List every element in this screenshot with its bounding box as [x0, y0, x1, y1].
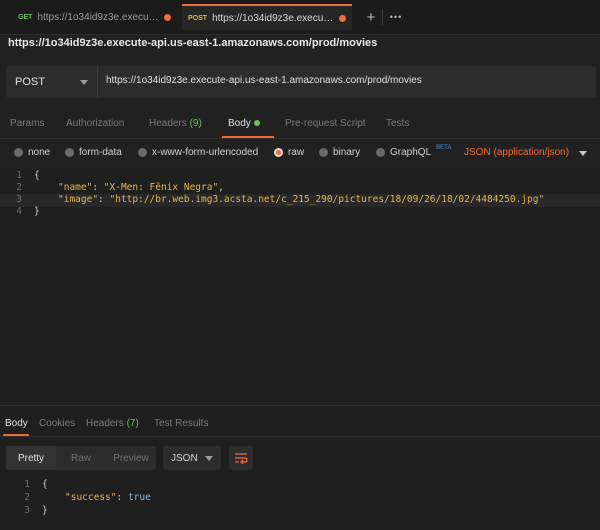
- tab-title: https://1o34id9z3e.execute-ap...: [212, 12, 334, 24]
- line-number: 1: [24, 479, 30, 490]
- request-tab-post[interactable]: POST https://1o34id9z3e.execute-ap...: [182, 4, 352, 30]
- tab-label: Headers: [149, 118, 187, 129]
- line-number: 3: [24, 505, 30, 516]
- radio-circle: [65, 148, 74, 157]
- radio-label: x-www-form-urlencoded: [152, 147, 259, 158]
- code-line: 4 }: [0, 206, 600, 219]
- line-number: 1: [16, 170, 22, 181]
- radio-binary[interactable]: binary: [319, 147, 360, 158]
- headers-count: (9): [189, 118, 202, 129]
- response-tab-cookies[interactable]: Cookies: [39, 418, 75, 429]
- unsaved-indicator: [164, 13, 171, 21]
- content-type-value: JSON (application/json): [464, 147, 570, 158]
- radio-graphql[interactable]: GraphQL BETA: [376, 144, 452, 158]
- radio-raw[interactable]: raw: [274, 147, 304, 158]
- code-line: 1 {: [0, 479, 600, 492]
- json-value: "http://br.web.img3.acsta.net/c_215_290/…: [109, 194, 545, 205]
- radio-none[interactable]: none: [14, 147, 50, 158]
- method-dropdown[interactable]: POST: [6, 66, 98, 98]
- raw-button[interactable]: Raw: [56, 446, 106, 470]
- json-value: "X-Men: Fênix Negra": [103, 182, 219, 193]
- response-pane: Body Cookies Headers (7) Test Results Pr…: [0, 405, 600, 530]
- json-key: "success": [65, 492, 117, 503]
- radio-form-data[interactable]: form-data: [65, 147, 122, 158]
- response-tab-body[interactable]: Body: [5, 418, 28, 429]
- tab-strip: GET https://1o34id9z3e.execute-api... PO…: [0, 0, 600, 35]
- active-tab-indicator: [222, 136, 274, 138]
- radio-circle-selected: [274, 148, 283, 157]
- code-text: }: [34, 206, 40, 217]
- tab-prerequest-script[interactable]: Pre-request Script: [285, 118, 366, 129]
- unsaved-indicator: [339, 14, 346, 22]
- body-type-selector: none form-data x-www-form-urlencoded raw…: [0, 142, 600, 166]
- active-tab-indicator: [3, 434, 29, 436]
- radio-label: GraphQL: [390, 147, 432, 158]
- tab-options-button[interactable]: •••: [385, 6, 407, 28]
- method-badge: GET: [18, 13, 33, 21]
- view-mode-group: Pretty Raw Preview: [6, 446, 156, 470]
- method-badge: POST: [188, 14, 208, 22]
- radio-circle: [138, 148, 147, 157]
- json-key: "name": [58, 182, 93, 193]
- beta-badge: BETA: [436, 144, 452, 151]
- code-text: {: [34, 170, 40, 181]
- line-number: 4: [16, 206, 22, 217]
- radio-label: none: [28, 147, 51, 158]
- request-tab-get[interactable]: GET https://1o34id9z3e.execute-api...: [12, 4, 177, 30]
- code-text: }: [42, 505, 48, 516]
- tab-label: Body: [228, 118, 251, 129]
- divider: [382, 9, 383, 25]
- response-tab-test-results[interactable]: Test Results: [154, 418, 208, 429]
- response-tabs: Body Cookies Headers (7) Test Results: [0, 406, 600, 437]
- wrap-lines-button[interactable]: [229, 446, 253, 470]
- pretty-button[interactable]: Pretty: [6, 446, 56, 470]
- request-name-title: https://1o34id9z3e.execute-api.us-east-1…: [8, 37, 378, 49]
- new-tab-button[interactable]: +: [360, 6, 382, 28]
- radio-label: binary: [333, 147, 361, 158]
- code-text: {: [42, 479, 48, 490]
- method-value: POST: [15, 76, 45, 88]
- wrap-lines-icon: [235, 453, 248, 464]
- code-text: "name": "X-Men: Fênix Negra",: [58, 182, 224, 193]
- tab-tests[interactable]: Tests: [386, 118, 409, 129]
- radio-circle: [319, 148, 328, 157]
- code-text: "success": true: [65, 492, 151, 503]
- chevron-down-icon: [579, 151, 588, 156]
- tab-title: https://1o34id9z3e.execute-api...: [37, 11, 159, 23]
- tab-headers[interactable]: Headers (9): [149, 118, 202, 129]
- headers-count: (7): [126, 418, 139, 429]
- code-line: 3 }: [0, 505, 600, 518]
- body-set-indicator: [253, 120, 260, 127]
- code-text: "image": "http://br.web.img3.acsta.net/c…: [58, 194, 545, 205]
- tab-body[interactable]: Body: [228, 118, 260, 129]
- content-type-dropdown[interactable]: JSON (application/json): [464, 147, 588, 158]
- preview-button[interactable]: Preview: [106, 446, 156, 470]
- radio-urlencoded[interactable]: x-www-form-urlencoded: [138, 147, 258, 158]
- tab-authorization[interactable]: Authorization: [66, 118, 124, 129]
- tab-params[interactable]: Params: [10, 118, 44, 129]
- request-bar: POST https://1o34id9z3e.execute-api.us-e…: [6, 66, 596, 98]
- json-key: "image": [58, 194, 99, 205]
- json-value: true: [127, 492, 151, 503]
- radio-circle: [14, 148, 23, 157]
- tab-label: Headers: [86, 418, 124, 429]
- url-input[interactable]: https://1o34id9z3e.execute-api.us-east-1…: [106, 75, 422, 86]
- code-line: 2 "success": true: [0, 492, 600, 505]
- request-tabs: Params Authorization Headers (9) Body Pr…: [0, 112, 600, 139]
- line-number: 3: [16, 194, 22, 205]
- chevron-down-icon: [80, 79, 88, 85]
- radio-label: raw: [288, 147, 305, 158]
- radio-circle: [376, 148, 385, 157]
- chevron-down-icon: [205, 455, 213, 461]
- format-dropdown[interactable]: JSON: [163, 446, 221, 470]
- format-value: JSON: [171, 452, 198, 464]
- more-icon: •••: [389, 12, 403, 22]
- response-tab-headers[interactable]: Headers (7): [86, 418, 139, 429]
- plus-icon: +: [366, 8, 376, 26]
- request-body-editor[interactable]: 1 { 2 "name": "X-Men: Fênix Negra", 3 "i…: [0, 168, 600, 404]
- line-number: 2: [16, 182, 22, 193]
- radio-label: form-data: [79, 147, 122, 158]
- line-number: 2: [24, 492, 30, 503]
